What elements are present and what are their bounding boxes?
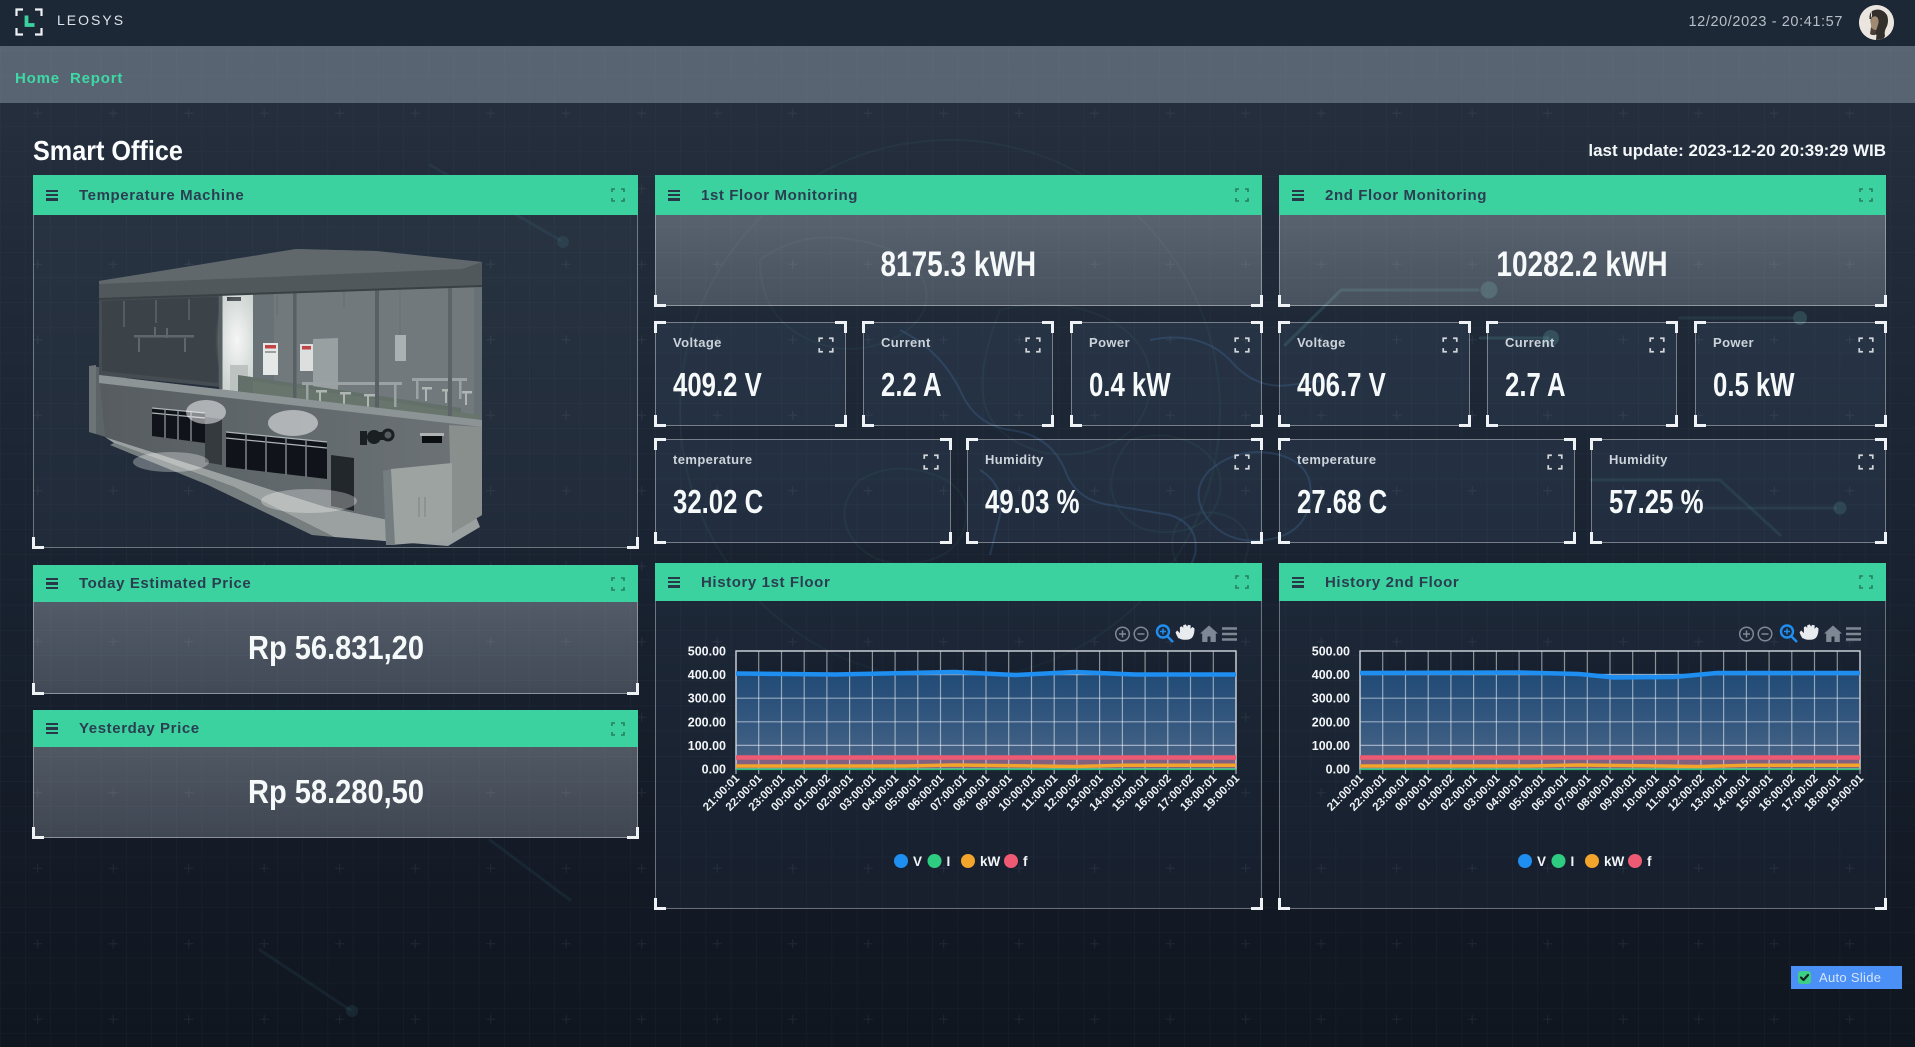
svg-text:0.00: 0.00: [1326, 763, 1350, 777]
svg-text:kW: kW: [1604, 854, 1625, 869]
svg-text:200.00: 200.00: [1312, 715, 1350, 729]
svg-text:I: I: [947, 854, 951, 869]
svg-text:I: I: [1571, 854, 1575, 869]
svg-text:f: f: [1647, 854, 1652, 869]
svg-text:kW: kW: [980, 854, 1001, 869]
svg-text:V: V: [1537, 854, 1546, 869]
svg-text:400.00: 400.00: [1312, 668, 1350, 682]
svg-text:0.00: 0.00: [702, 763, 726, 777]
svg-text:f: f: [1023, 854, 1028, 869]
svg-text:400.00: 400.00: [688, 668, 726, 682]
svg-text:100.00: 100.00: [688, 739, 726, 753]
svg-text:V: V: [913, 854, 922, 869]
svg-text:300.00: 300.00: [688, 692, 726, 706]
svg-text:500.00: 500.00: [1312, 645, 1350, 659]
svg-text:100.00: 100.00: [1312, 739, 1350, 753]
svg-text:300.00: 300.00: [1312, 692, 1350, 706]
svg-text:500.00: 500.00: [688, 645, 726, 659]
svg-text:200.00: 200.00: [688, 715, 726, 729]
